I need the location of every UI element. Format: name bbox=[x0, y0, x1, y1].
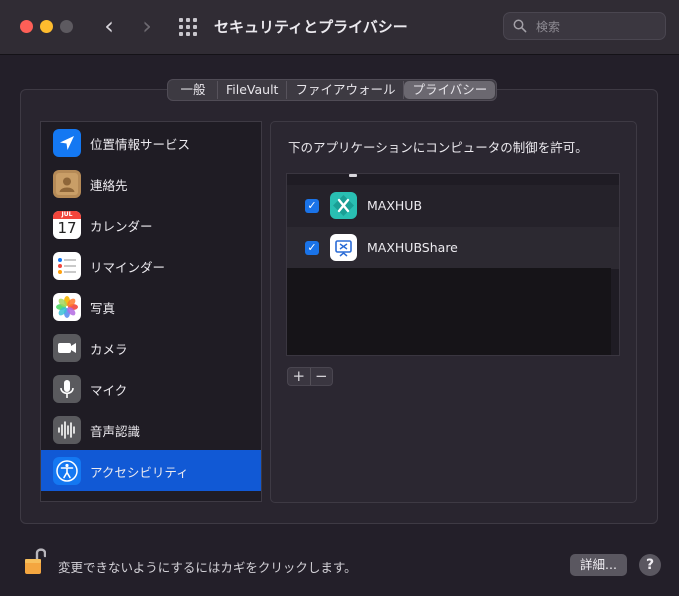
window-titlebar: ‹ › セキュリティとプライバシー bbox=[0, 0, 679, 55]
location-arrow-icon bbox=[53, 129, 81, 157]
sidebar-item-label: 位置情報サービス bbox=[90, 137, 191, 152]
sidebar-item-label: 音声認識 bbox=[90, 424, 141, 439]
camera-icon bbox=[53, 334, 81, 362]
tab-privacy[interactable]: プライバシー bbox=[404, 81, 496, 99]
sidebar-item-accessibility[interactable]: アクセシビリティ bbox=[41, 450, 261, 491]
calendar-icon: JUL 17 bbox=[53, 211, 81, 239]
partial-app-icon bbox=[349, 174, 357, 177]
sidebar-item-label: カメラ bbox=[90, 342, 128, 357]
sidebar-item-label: 写真 bbox=[90, 301, 116, 316]
sidebar-item-contacts[interactable]: 連絡先 bbox=[41, 163, 261, 204]
forward-arrow-icon[interactable]: › bbox=[137, 13, 157, 39]
window-title: セキュリティとプライバシー bbox=[214, 18, 408, 36]
sidebar-item-label: リマインダー bbox=[90, 260, 166, 275]
show-all-grid-icon[interactable] bbox=[179, 18, 197, 36]
redacted-area bbox=[287, 268, 611, 355]
maxhub-share-icon bbox=[330, 234, 357, 261]
app-name: MAXHUB bbox=[367, 198, 423, 213]
add-app-button[interactable]: + bbox=[288, 368, 311, 385]
contacts-icon bbox=[53, 170, 81, 198]
microphone-icon bbox=[53, 375, 81, 403]
search-icon bbox=[513, 19, 527, 33]
tab-firewall[interactable]: ファイアウォール bbox=[287, 81, 405, 99]
tab-general[interactable]: 一般 bbox=[169, 81, 218, 99]
tab-filevault[interactable]: FileVault bbox=[218, 81, 288, 99]
app-row-maxhub[interactable]: ✓ MAXHUB bbox=[287, 185, 619, 227]
sidebar-item-reminders[interactable]: リマインダー bbox=[41, 245, 261, 286]
add-remove-control: + − bbox=[287, 367, 333, 386]
sidebar-item-label: カレンダー bbox=[90, 219, 153, 234]
tab-bar: 一般 FileVault ファイアウォール プライバシー bbox=[167, 79, 498, 101]
app-checkbox[interactable]: ✓ bbox=[305, 199, 319, 213]
accessibility-icon bbox=[53, 457, 81, 485]
app-name: MAXHUBShare bbox=[367, 240, 458, 255]
zoom-window-button[interactable] bbox=[60, 20, 73, 33]
sidebar-item-speech-recognition[interactable]: 音声認識 bbox=[41, 409, 261, 450]
sidebar-item-label: 連絡先 bbox=[90, 178, 128, 193]
back-arrow-icon[interactable]: ‹ bbox=[99, 13, 119, 39]
sidebar-item-label: アクセシビリティ bbox=[90, 465, 189, 480]
sidebar-item-label: マイク bbox=[90, 383, 128, 398]
photos-icon bbox=[53, 293, 81, 321]
search-input[interactable] bbox=[534, 17, 658, 37]
help-button[interactable]: ? bbox=[639, 554, 661, 576]
app-row-maxhubshare[interactable]: ✓ MAXHUBShare bbox=[287, 227, 619, 269]
maxhub-icon bbox=[330, 192, 357, 219]
minimize-window-button[interactable] bbox=[40, 20, 53, 33]
close-window-button[interactable] bbox=[20, 20, 33, 33]
sidebar-item-location-services[interactable]: 位置情報サービス bbox=[41, 122, 261, 163]
sidebar-item-calendar[interactable]: JUL 17 カレンダー bbox=[41, 204, 261, 245]
sidebar-item-microphone[interactable]: マイク bbox=[41, 368, 261, 409]
sidebar-item-photos[interactable]: 写真 bbox=[41, 286, 261, 327]
reminders-icon bbox=[53, 252, 81, 280]
permission-heading: 下のアプリケーションにコンピュータの制御を許可。 bbox=[288, 140, 588, 155]
lock-icon[interactable] bbox=[24, 546, 46, 576]
details-button[interactable]: 詳細... bbox=[570, 554, 627, 576]
lock-hint-text: 変更できないようにするにはカギをクリックします。 bbox=[58, 560, 357, 575]
search-box[interactable] bbox=[503, 12, 666, 40]
privacy-category-list: 位置情報サービス 連絡先 JUL 17 カレンダー リマインダー 写真 カメラ … bbox=[40, 121, 262, 502]
sidebar-item-camera[interactable]: カメラ bbox=[41, 327, 261, 368]
speech-recognition-icon bbox=[53, 416, 81, 444]
remove-app-button[interactable]: − bbox=[311, 368, 333, 385]
app-checkbox[interactable]: ✓ bbox=[305, 241, 319, 255]
